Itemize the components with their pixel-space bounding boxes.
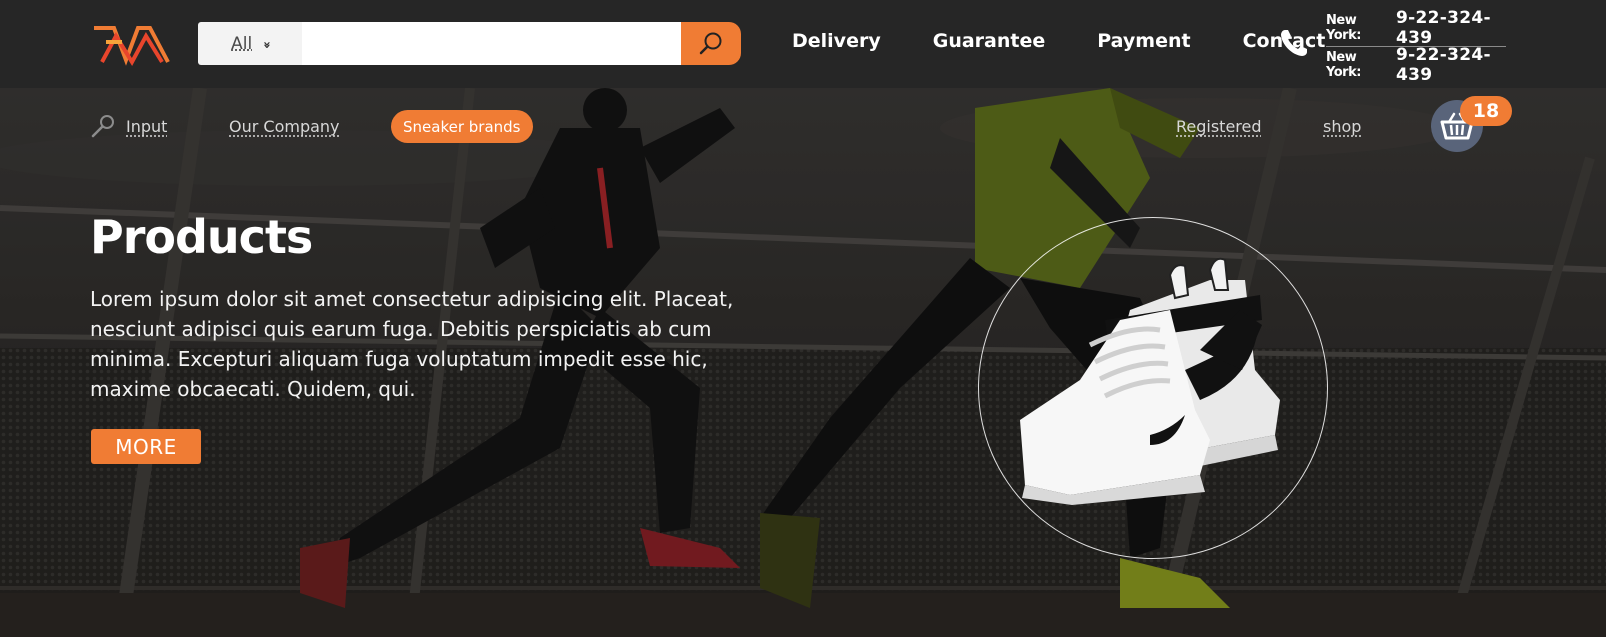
phone-city: New York:: [1326, 13, 1361, 43]
subnav-registered-link[interactable]: Registered: [1176, 117, 1262, 136]
more-button[interactable]: MORE: [91, 429, 201, 464]
subnav-our-company-link[interactable]: Our Company: [229, 117, 340, 136]
sneaker-product-image[interactable]: [1010, 250, 1300, 505]
site-header: All ›› Delivery Guarantee Payment Contac…: [0, 0, 1606, 88]
search-button[interactable]: [681, 22, 741, 65]
phone-list: New York: 9-22-324-439 New York: 9-22-32…: [1326, 8, 1506, 85]
nav-guarantee[interactable]: Guarantee: [933, 30, 1046, 52]
nav-delivery[interactable]: Delivery: [792, 30, 881, 52]
key-icon: [91, 115, 114, 138]
search-input[interactable]: [302, 22, 681, 65]
page-title: Products: [90, 210, 313, 264]
search-bar: All ››: [198, 22, 741, 65]
cart-count-badge: 18: [1460, 96, 1512, 126]
phone-city: New York:: [1326, 49, 1361, 80]
logo-icon[interactable]: [92, 22, 174, 66]
search-category-label: All: [231, 33, 253, 54]
phone-number[interactable]: 9-22-324-439: [1396, 8, 1506, 48]
nav-payment[interactable]: Payment: [1097, 30, 1190, 52]
sub-nav: Input Our Company Sneaker brands Registe…: [0, 110, 1606, 146]
subnav-shop-link[interactable]: shop: [1323, 117, 1361, 136]
phone-number[interactable]: 9-22-324-439: [1396, 45, 1506, 85]
subnav-input-link[interactable]: Input: [126, 117, 167, 136]
chevron-down-icon: ››: [259, 41, 275, 46]
main-nav: Delivery Guarantee Payment Contact: [792, 30, 1325, 52]
search-category-select[interactable]: All ››: [198, 22, 302, 65]
phone-row: New York: 9-22-324-439: [1326, 8, 1506, 48]
hero-description: Lorem ipsum dolor sit amet consectetur a…: [90, 287, 734, 401]
subnav-sneaker-brands-button[interactable]: Sneaker brands: [391, 110, 533, 143]
phone-row: New York: 9-22-324-439: [1326, 45, 1506, 85]
phone-icon: [1281, 30, 1307, 56]
search-icon: [699, 32, 722, 54]
